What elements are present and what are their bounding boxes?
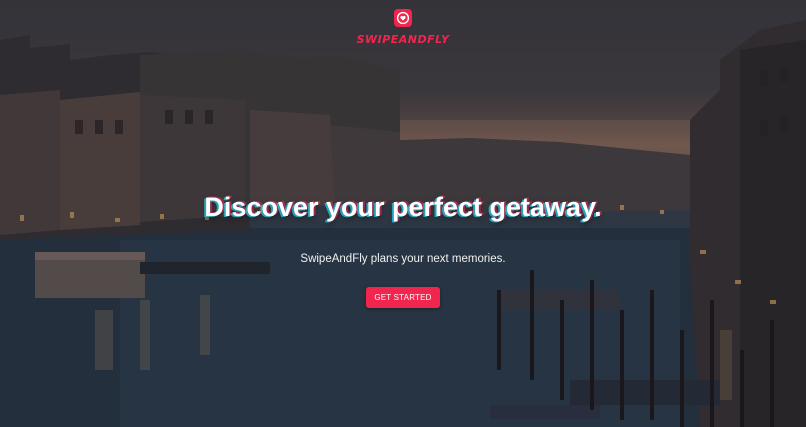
hero-section: SWIPEANDFLY Discover your perfect getawa… <box>0 0 806 427</box>
brand-name: SWIPEANDFLY <box>356 33 450 46</box>
heart-badge-icon <box>394 9 412 27</box>
get-started-button[interactable]: GET STARTED <box>366 287 440 308</box>
brand-logo[interactable]: SWIPEANDFLY <box>0 9 806 46</box>
hero-headline: Discover your perfect getaway. <box>204 192 602 222</box>
hero-subtitle: SwipeAndFly plans your next memories. <box>300 253 506 265</box>
